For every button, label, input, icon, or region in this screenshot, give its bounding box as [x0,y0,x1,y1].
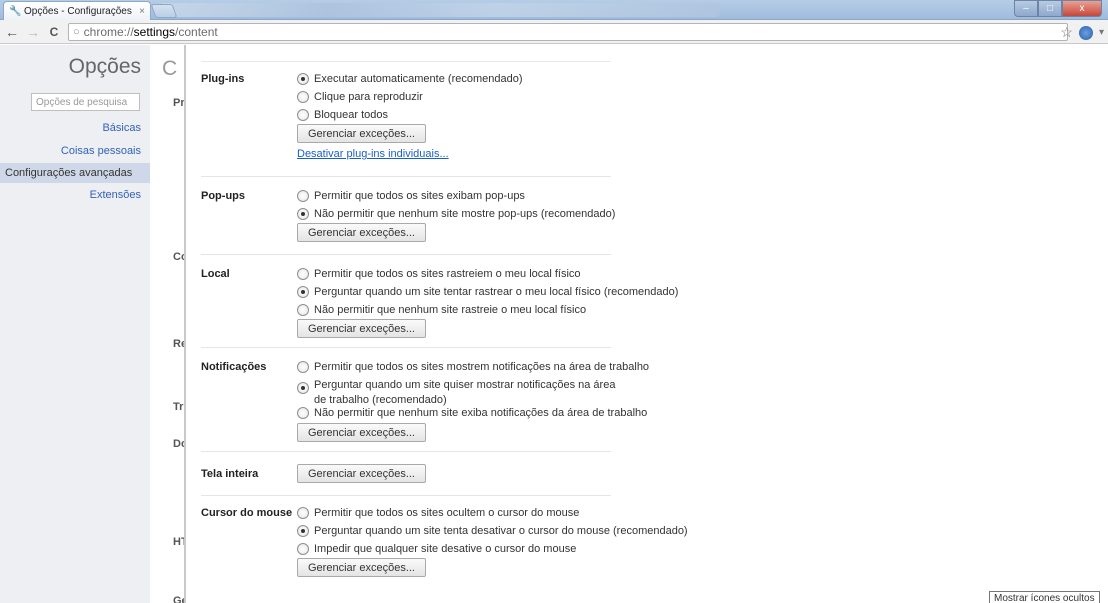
popups-option-allow[interactable]: Permitir que todos os sites exibam pop-u… [297,190,525,202]
overflow-icon[interactable]: ▾ [1099,27,1104,38]
mouse-cursor-manage-exceptions-button[interactable]: Gerenciar exceções... [297,558,426,577]
forward-button[interactable]: → [24,23,42,41]
mouse-cursor-label: Cursor do mouse [201,507,293,519]
url-path: /content [175,25,218,39]
background-settings-page: C Pr Co Re Tr Do HT Ge [150,45,186,603]
back-button[interactable]: ← [3,23,21,41]
divider [201,254,611,255]
settings-search-input[interactable] [31,93,140,111]
bookmark-star-icon[interactable]: ☆ [1060,24,1073,41]
radio[interactable] [297,190,309,202]
divider [201,495,611,496]
background-page-title: C [162,57,178,80]
divider [201,176,611,177]
notifications-option-ask[interactable]: Perguntar quando um site quiser mostrar … [297,379,617,407]
url-host: settings [133,25,176,39]
address-bar[interactable]: ○ chrome://settings/content [68,23,1068,41]
popups-manage-exceptions-button[interactable]: Gerenciar exceções... [297,223,426,242]
notifications-label: Notificações [201,361,267,373]
maximize-button[interactable]: □ [1038,0,1062,17]
sidebar-item-personal[interactable]: Coisas pessoais [61,145,141,157]
minimize-button[interactable]: – [1014,0,1038,17]
plugins-label: Plug-ins [201,73,245,85]
fullscreen-label: Tela inteira [201,468,259,480]
plugins-option-block[interactable]: Bloquear todos [297,109,388,121]
reload-button[interactable]: C [45,23,63,41]
popups-option-block[interactable]: Não permitir que nenhum site mostre pop-… [297,208,615,220]
popups-label: Pop-ups [201,190,245,202]
notifications-option-block[interactable]: Não permitir que nenhum site exiba notif… [297,407,647,419]
plugins-option-click-to-play[interactable]: Clique para reproduzir [297,91,423,103]
divider [201,451,611,452]
mouse-cursor-option-block[interactable]: Impedir que qualquer site desative o cur… [297,543,576,555]
sidebar-item-basics[interactable]: Básicas [102,122,141,134]
location-label: Local [201,268,230,280]
radio[interactable] [297,407,309,419]
mouse-cursor-option-ask[interactable]: Perguntar quando um site tenta desativar… [297,525,688,537]
location-option-block[interactable]: Não permitir que nenhum site rastreie o … [297,304,586,316]
disable-individual-plugins-link[interactable]: Desativar plug-ins individuais... [297,148,449,160]
title-bar: 🔧 Opções - Configurações de × – □ x [0,0,1108,20]
tab-close-icon[interactable]: × [139,6,145,17]
page-icon: ○ [73,26,80,38]
location-manage-exceptions-button[interactable]: Gerenciar exceções... [297,319,426,338]
show-hidden-icons-tooltip: Mostrar ícones ocultos [989,591,1100,603]
radio-checked[interactable] [297,73,309,85]
radio[interactable] [297,361,309,373]
tab-title: Opções - Configurações de [24,5,136,17]
sidebar-item-advanced[interactable]: Configurações avançadas [0,163,150,183]
divider [201,61,611,62]
radio[interactable] [297,91,309,103]
radio[interactable] [297,268,309,280]
radio-checked[interactable] [297,382,309,394]
close-window-button[interactable]: x [1062,0,1102,17]
plugins-option-auto[interactable]: Executar automaticamente (recomendado) [297,73,523,85]
sidebar-item-extensions[interactable]: Extensões [90,189,141,201]
url-scheme: chrome:// [83,25,134,39]
background-label: Pr [173,97,185,109]
sidebar-title: Opções [68,55,141,78]
settings-sidebar: Opções Básicas Coisas pessoais Configura… [0,45,150,603]
new-tab-button[interactable] [150,4,178,18]
plugins-manage-exceptions-button[interactable]: Gerenciar exceções... [297,124,426,143]
notifications-option-allow[interactable]: Permitir que todos os sites mostrem noti… [297,361,649,373]
window-controls: – □ x [1014,0,1102,17]
notifications-manage-exceptions-button[interactable]: Gerenciar exceções... [297,423,426,442]
fullscreen-manage-exceptions-button[interactable]: Gerenciar exceções... [297,464,426,483]
location-option-ask[interactable]: Perguntar quando um site tentar rastrear… [297,286,678,298]
radio[interactable] [297,507,309,519]
browser-toolbar: ← → C ○ chrome://settings/content ☆ ▾ [0,20,1108,44]
browser-tab[interactable]: 🔧 Opções - Configurações de × [3,1,151,20]
wrench-icon: 🔧 [9,5,22,17]
content-settings-panel: Plug-ins Executar automaticamente (recom… [186,45,1108,603]
radio[interactable] [297,304,309,316]
title-bar-background [160,3,720,17]
background-label: Tr [173,401,184,413]
divider [201,347,611,348]
radio-checked[interactable] [297,525,309,537]
location-option-allow[interactable]: Permitir que todos os sites rastreiem o … [297,268,581,280]
radio[interactable] [297,109,309,121]
mouse-cursor-option-allow[interactable]: Permitir que todos os sites ocultem o cu… [297,507,579,519]
radio-checked[interactable] [297,286,309,298]
radio[interactable] [297,543,309,555]
extension-icon[interactable] [1078,25,1093,40]
toolbar-right: ☆ ▾ [1060,24,1104,41]
radio-checked[interactable] [297,208,309,220]
